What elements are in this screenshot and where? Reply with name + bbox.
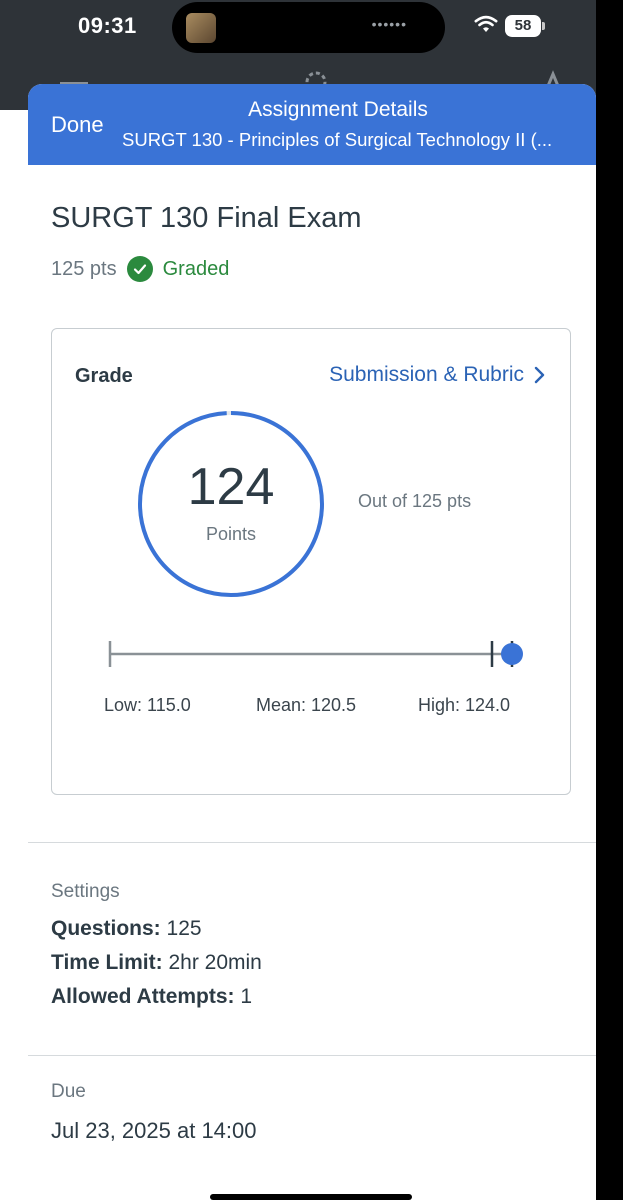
submission-rubric-link[interactable]: Submission & Rubric	[329, 363, 546, 387]
stat-low: Low: 115.0	[104, 695, 191, 715]
out-of-points: Out of 125 pts	[358, 491, 472, 511]
stat-high: High: 124.0	[418, 695, 511, 715]
setting-value: 125	[166, 917, 202, 940]
wifi-icon	[474, 15, 498, 32]
setting-key: Time Limit:	[51, 951, 163, 974]
setting-value: 1	[240, 985, 253, 1008]
media-thumbnail-icon	[186, 13, 216, 43]
done-button[interactable]: Done	[51, 112, 104, 138]
graded-status: Graded	[162, 257, 230, 280]
settings-label: Settings	[51, 881, 120, 902]
assignment-details-sheet: Done Assignment Details SURGT 130 - Prin…	[28, 84, 596, 1200]
grade-card: Grade Submission & Rubric 124 Points Out…	[51, 328, 571, 795]
nav-header: Done Assignment Details SURGT 130 - Prin…	[28, 84, 596, 165]
status-time: 09:31	[78, 13, 137, 38]
grade-score: 124	[187, 458, 275, 516]
due-date: Jul 23, 2025 at 14:00	[51, 1118, 257, 1143]
grade-label: Grade	[75, 365, 133, 387]
divider	[28, 1055, 596, 1056]
battery-icon: 58	[505, 15, 545, 37]
waveform-icon: ••••••	[371, 16, 407, 32]
score-marker	[501, 643, 523, 665]
setting-allowed-attempts: Allowed Attempts: 1	[51, 985, 252, 1009]
divider	[28, 842, 596, 843]
nav-subtitle: SURGT 130 - Principles of Surgical Techn…	[122, 129, 553, 150]
checkmark-icon	[126, 256, 153, 282]
chevron-right-icon	[534, 366, 545, 384]
assignment-title: SURGT 130 Final Exam	[51, 202, 362, 234]
points-possible: 125 pts	[51, 257, 117, 280]
home-indicator[interactable]	[210, 1194, 412, 1200]
phone-screen: 09:31 •••••• 58 Done Assignment Details …	[0, 0, 596, 1200]
stat-mean: Mean: 120.5	[256, 695, 357, 715]
grade-points-label: Points	[205, 524, 257, 544]
submission-rubric-label: Submission & Rubric	[329, 363, 524, 386]
setting-time-limit: Time Limit: 2hr 20min	[51, 951, 262, 975]
setting-value: 2hr 20min	[168, 951, 262, 974]
score-distribution-plot	[108, 641, 523, 667]
due-label: Due	[51, 1081, 86, 1102]
setting-questions: Questions: 125	[51, 917, 202, 941]
points-status-row: 125 pts Graded	[51, 256, 229, 282]
setting-key: Questions:	[51, 917, 161, 940]
dynamic-island: ••••••	[172, 2, 445, 53]
nav-title: Assignment Details	[248, 98, 428, 121]
setting-key: Allowed Attempts:	[51, 985, 235, 1008]
